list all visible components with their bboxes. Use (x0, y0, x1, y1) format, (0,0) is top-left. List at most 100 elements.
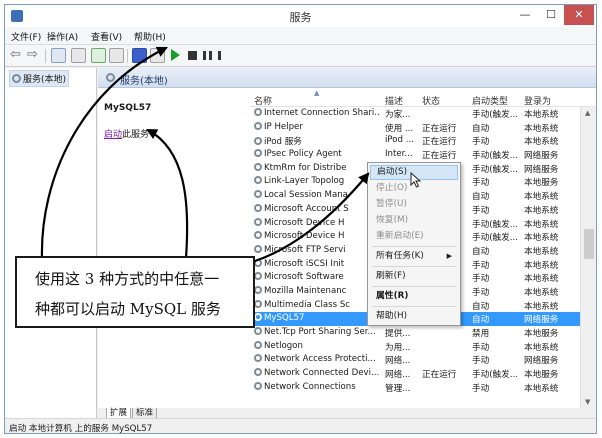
back-arrow-icon[interactable]: ⇦ (10, 47, 21, 62)
table-row[interactable]: Network Connected Devi... 网络... 正在运行 手动(触发.… (250, 367, 580, 381)
service-name-cell: Microsoft Device H (254, 217, 380, 228)
scroll-down-icon[interactable]: ▼ (585, 398, 590, 406)
service-name-cell: IP Helper (254, 121, 380, 132)
service-state-cell: 正在运行 (422, 123, 457, 134)
service-name-cell: Network Connected Devi... (254, 368, 380, 378)
service-desc-cell: 使用 ... (385, 123, 414, 134)
gear-icon (254, 381, 262, 390)
gear-icon (254, 285, 262, 294)
stop-service-icon[interactable] (188, 51, 197, 60)
tree-item-local-services[interactable]: 服务(本地) (9, 70, 70, 87)
column-header-logon[interactable]: 登录为 (524, 94, 551, 107)
gear-icon (254, 190, 262, 199)
help-icon[interactable] (132, 48, 147, 63)
column-headers: ▲ 名称 描述 状态 启动类型 登录为 (250, 89, 596, 107)
column-header-state[interactable]: 状态 (422, 94, 440, 107)
service-startup-cell: 手动(触发... (472, 151, 518, 162)
service-name-cell: KtmRm for Distribe (254, 162, 380, 173)
detail-link-suffix: 此服务 (122, 130, 150, 140)
start-service-link[interactable]: 启动 (104, 130, 122, 140)
scroll-thumb[interactable] (584, 229, 594, 259)
restart-service-icon[interactable] (218, 51, 227, 60)
service-desc-cell: iPod ... (385, 135, 414, 146)
service-name-cell: Microsoft Account S (254, 203, 380, 214)
toolbar-separator (45, 49, 46, 63)
table-row[interactable]: Internet Connection Shari... 为家... 手动(触发..… (250, 107, 580, 121)
refresh-icon[interactable] (91, 48, 106, 63)
detail-actions: 启动此服务 (104, 127, 149, 140)
gear-icon (254, 137, 262, 146)
menu-view[interactable]: 查看(V) (91, 30, 122, 43)
service-startup-cell: 手动(触发... (472, 110, 518, 120)
gear-icon (254, 313, 262, 322)
service-startup-cell: 手动 (472, 178, 490, 189)
ctx-menu-all-tasks[interactable]: 所有任务(K) ▶ (370, 249, 458, 264)
gear-icon (254, 162, 262, 171)
gear-icon (254, 272, 262, 281)
minimize-button[interactable]: — (512, 5, 538, 25)
column-header-desc[interactable]: 描述 (385, 94, 403, 107)
list-view-icon[interactable] (71, 48, 86, 63)
start-service-icon[interactable] (171, 49, 180, 61)
pause-service-icon[interactable] (203, 51, 212, 60)
menu-file[interactable]: 文件(F) (11, 30, 41, 43)
show-tree-icon[interactable] (51, 48, 66, 63)
service-startup-cell: 自动 (472, 192, 490, 203)
menu-bar: 文件(F) 操作(A) 查看(V) 帮助(H) (5, 27, 596, 45)
ctx-menu-pause[interactable]: 暂停(U) (370, 197, 458, 212)
table-row[interactable]: IP Helper 使用 ... 正在运行 自动 本地系统 (250, 121, 580, 135)
service-logon-cell: 本地系统 (524, 301, 559, 312)
ctx-menu-help[interactable]: 帮助(H) (370, 309, 458, 324)
service-logon-cell: 本地系统 (524, 137, 559, 148)
forward-arrow-icon[interactable]: ⇨ (27, 47, 38, 62)
service-startup-cell: 手动 (472, 356, 490, 367)
service-startup-cell: 自动 (472, 315, 490, 326)
table-row[interactable]: Network Connections 管理... 手动 本地系统 (250, 381, 580, 395)
service-logon-cell: 本地系统 (524, 110, 559, 120)
ctx-menu-restart[interactable]: 重新启动(E) (370, 229, 458, 244)
service-startup-cell: 自动 (472, 123, 490, 134)
submenu-arrow-icon: ▶ (446, 252, 452, 260)
scroll-up-icon[interactable]: ▲ (585, 109, 590, 117)
column-header-name[interactable]: 名称 (254, 94, 272, 107)
service-startup-cell: 手动 (472, 205, 490, 216)
toolbar: ⇦ ⇨ (5, 45, 596, 67)
maximize-button[interactable]: ☐ (538, 5, 564, 25)
table-row[interactable]: IPsec Policy Agent Inter... 正在运行 手动(触发... 网络… (250, 148, 580, 162)
service-logon-cell: 网络服务 (524, 315, 559, 326)
ctx-menu-separator (372, 286, 456, 287)
service-startup-cell: 手动 (472, 137, 490, 148)
table-row[interactable]: Netlogon 为用... 手动 本地系统 (250, 340, 580, 354)
ctx-menu-resume[interactable]: 恢复(M) (370, 213, 458, 228)
service-logon-cell: 本地系统 (524, 246, 559, 257)
table-row[interactable]: Network Access Protecti... 网络... 手动 网络服务 (250, 353, 580, 367)
toolbar-separator (127, 49, 128, 63)
service-startup-cell: 手动(触发... (472, 370, 518, 381)
menu-help[interactable]: 帮助(H) (134, 30, 166, 43)
service-startup-cell: 手动 (472, 260, 490, 271)
gear-icon (254, 176, 262, 185)
ctx-menu-properties[interactable]: 属性(R) (370, 289, 458, 304)
table-row[interactable]: Net.Tcp Port Sharing Ser... 提供... 禁用 本地服务 (250, 326, 580, 340)
properties-icon[interactable] (150, 48, 165, 63)
status-text: 启动 本地计算机 上的服务 MySQL57 (9, 424, 153, 434)
service-name-cell: Microsoft iSCSI Init (254, 258, 380, 269)
export-list-icon[interactable] (109, 48, 124, 63)
service-desc-cell: 提供... (385, 329, 411, 339)
close-button[interactable]: ✕ (564, 5, 594, 25)
service-name-cell: IPsec Policy Agent (254, 149, 380, 159)
service-startup-cell: 手动 (472, 274, 490, 285)
service-name-cell: Link-Layer Topolog (254, 176, 380, 186)
service-desc-cell: 为用... (385, 342, 411, 353)
service-startup-cell: 手动 (472, 383, 490, 394)
table-row[interactable]: iPod 服务 iPod ... 正在运行 手动 本地系统 (250, 134, 580, 148)
vertical-scrollbar[interactable]: ▲ ▼ (580, 107, 596, 408)
service-logon-cell: 本地系统 (524, 260, 559, 271)
menu-action[interactable]: 操作(A) (47, 30, 78, 43)
ctx-menu-refresh[interactable]: 刷新(F) (370, 269, 458, 284)
service-name-cell: Netlogon (254, 340, 380, 351)
service-detail-panel: MySQL57 启动此服务 (98, 89, 248, 408)
service-name-cell: Microsoft FTP Servi (254, 244, 380, 255)
column-header-startup[interactable]: 启动类型 (472, 94, 508, 107)
gear-icon (254, 244, 262, 253)
